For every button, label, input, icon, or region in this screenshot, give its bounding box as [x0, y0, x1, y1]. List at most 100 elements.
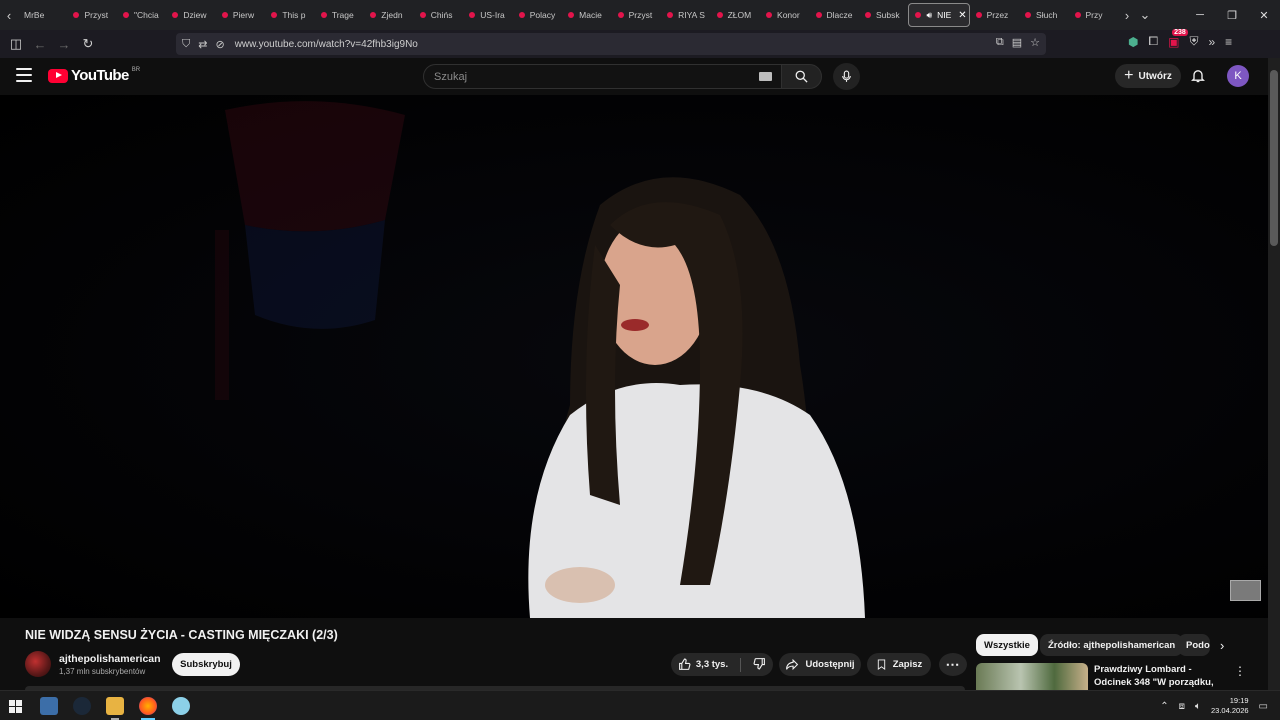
mini-thumbnail[interactable] — [1230, 580, 1261, 601]
tabs-scroll-right-icon[interactable]: › — [1118, 8, 1136, 23]
restore-icon[interactable]: ❐ — [1216, 9, 1248, 22]
browser-tab[interactable]: Zjedn — [364, 3, 413, 27]
scrollbar-thumb[interactable] — [1270, 70, 1278, 246]
create-button[interactable]: + Utwórz — [1115, 64, 1181, 88]
tray-app-icon[interactable] — [172, 697, 190, 715]
clock-time: 19:19 — [1229, 696, 1249, 705]
youtube-favicon-icon — [667, 12, 674, 18]
autoplay-blocked-icon[interactable]: ⊘ — [215, 38, 224, 51]
adblock-extension-icon[interactable]: ▣ 238 — [1168, 28, 1188, 49]
recommended-menu-icon[interactable]: ⋮ — [1234, 664, 1246, 678]
browser-tab[interactable]: US-Ira — [463, 3, 512, 27]
tab-close-icon[interactable]: ✕ — [958, 10, 966, 21]
youtube-favicon-icon — [975, 12, 982, 18]
keyboard-icon[interactable] — [759, 72, 772, 81]
tab-label: Polacy — [529, 10, 556, 20]
app-menu-icon[interactable]: ≡ — [1225, 35, 1232, 49]
browser-tab[interactable]: Dziew — [166, 3, 215, 27]
more-actions-button[interactable]: ⋯ — [939, 653, 967, 676]
monitor-app-icon[interactable] — [40, 697, 58, 715]
youtube-favicon-icon — [864, 12, 871, 18]
windows-start-icon[interactable] — [9, 700, 22, 713]
tab-label: Konor — [777, 10, 800, 20]
browser-tab[interactable]: Przy — [1069, 3, 1118, 27]
back-icon[interactable]: ← — [28, 37, 52, 52]
browser-tab[interactable]: Dlacze — [810, 3, 859, 27]
browser-tab[interactable]: Chińs — [414, 3, 463, 27]
chip-similar[interactable]: Podo — [1178, 634, 1210, 656]
account-avatar[interactable]: K — [1227, 65, 1249, 87]
volume-icon[interactable]: 🔈︎ — [1195, 701, 1201, 712]
reload-icon[interactable]: ↻ — [76, 36, 100, 52]
minimize-icon[interactable]: ─ — [1184, 9, 1216, 21]
guide-menu-icon[interactable] — [16, 68, 32, 82]
address-bar[interactable]: ⛉ ⇄ ⊘ www.youtube.com/watch?v=42fhb3ig9N… — [176, 33, 1046, 55]
browser-tab[interactable]: Subsk — [859, 3, 908, 27]
reader-view-icon[interactable]: ▤ — [1012, 36, 1022, 49]
youtube-favicon-icon — [716, 12, 723, 18]
tab-label: Dziew — [183, 10, 207, 20]
dislike-button[interactable] — [753, 657, 766, 673]
save-label: Zapisz — [892, 659, 923, 670]
browser-tab[interactable]: 🔊︎ NIE ✕ — [908, 3, 970, 27]
create-label: Utwórz — [1138, 70, 1172, 82]
shield-extension-icon[interactable]: ⛨ — [1189, 34, 1198, 49]
permissions-icon[interactable]: ⇄ — [198, 38, 207, 51]
network-icon[interactable]: ⧈ — [1179, 701, 1185, 712]
youtube-logo[interactable]: YouTube BR — [48, 67, 140, 84]
like-button[interactable]: 3,3 tys. — [678, 658, 728, 671]
steam-icon[interactable] — [73, 697, 91, 715]
youtube-favicon-icon — [73, 12, 80, 18]
bookmark-star-icon[interactable]: ☆ — [1030, 36, 1040, 49]
youtube-favicon-icon — [122, 12, 129, 18]
notifications-center-icon[interactable]: ▭ — [1259, 701, 1268, 712]
firefox-icon[interactable] — [139, 697, 157, 715]
picture-in-picture-icon[interactable]: ⧉ — [996, 36, 1004, 49]
browser-tab[interactable]: Trage — [315, 3, 364, 27]
share-button[interactable]: Udostępnij — [779, 653, 861, 676]
browser-tab[interactable]: Polacy — [513, 3, 562, 27]
browser-tab[interactable]: Słuch — [1019, 3, 1068, 27]
recommended-thumbnail[interactable] — [976, 663, 1088, 690]
tab-label: RIYA S — [678, 10, 705, 20]
forward-icon[interactable]: → — [52, 37, 76, 52]
chip-source[interactable]: Źródło: ajthepolishamerican — [1040, 634, 1184, 656]
youtube-favicon-icon — [617, 12, 624, 18]
browser-tab[interactable]: Przyst — [612, 3, 661, 27]
save-button[interactable]: Zapisz — [867, 653, 931, 676]
search-button[interactable] — [781, 64, 822, 89]
subscribe-button[interactable]: Subskrybuj — [172, 653, 240, 676]
chip-all[interactable]: Wszystkie — [976, 634, 1038, 656]
extensions-icon[interactable]: ⧠ — [1148, 34, 1158, 49]
tab-list-dropdown-icon[interactable]: ⌄ — [1136, 7, 1154, 23]
voice-search-button[interactable] — [833, 63, 860, 90]
tray-overflow-icon[interactable]: ⌃ — [1160, 701, 1168, 712]
tracking-protection-icon[interactable]: ⛉ — [182, 38, 190, 51]
search-input[interactable] — [424, 65, 744, 88]
browser-tab[interactable]: Konor — [760, 3, 809, 27]
clock[interactable]: 19:19 23.04.2026 — [1211, 696, 1249, 716]
video-player[interactable] — [0, 95, 1268, 618]
browser-tab[interactable]: Przyst — [67, 3, 116, 27]
browser-tab[interactable]: Macie — [562, 3, 611, 27]
tabs-scroll-left-icon[interactable]: ‹ — [0, 8, 18, 23]
browser-tab[interactable]: ZŁOM — [711, 3, 760, 27]
browser-tab[interactable]: MrBe — [18, 3, 67, 27]
tab-label: Zjedn — [381, 10, 403, 20]
browser-tab[interactable]: Przez — [970, 3, 1019, 27]
chips-next-icon[interactable]: › — [1220, 638, 1224, 653]
channel-name[interactable]: ajthepolishamerican — [59, 653, 161, 665]
browser-tab[interactable]: RIYA S — [661, 3, 710, 27]
notifications-button[interactable] — [1190, 67, 1206, 89]
overflow-menu-icon[interactable]: » — [1208, 35, 1215, 49]
browser-tab[interactable]: This p — [265, 3, 314, 27]
vpn-extension-icon[interactable]: ⬢ — [1128, 35, 1138, 49]
page-scrollbar[interactable] — [1268, 58, 1280, 690]
tab-audio-icon[interactable]: 🔊︎ — [926, 10, 932, 21]
browser-tab[interactable]: "Chcia — [117, 3, 166, 27]
sidebar-toggle-icon[interactable]: ◫ — [4, 36, 28, 52]
channel-avatar[interactable] — [25, 651, 51, 677]
close-window-icon[interactable]: ✕ — [1248, 9, 1280, 22]
browser-tab[interactable]: Pierw — [216, 3, 265, 27]
file-explorer-icon[interactable] — [106, 697, 124, 715]
